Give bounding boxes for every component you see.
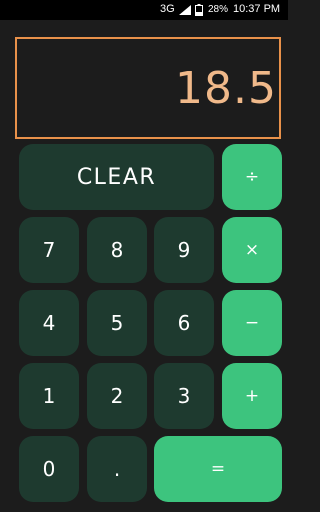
status-bar: 3G 28% 10:37 PM: [0, 0, 288, 20]
digit-5-button[interactable]: 5: [87, 290, 147, 356]
result-display: 18.5: [15, 37, 281, 139]
digit-2-button[interactable]: 2: [87, 363, 147, 429]
network-type: 3G: [160, 3, 175, 15]
digit-6-button[interactable]: 6: [154, 290, 214, 356]
signal-icon: [179, 5, 191, 15]
digit-9-button[interactable]: 9: [154, 217, 214, 283]
display-value: 18.5: [175, 63, 277, 114]
digit-3-button[interactable]: 3: [154, 363, 214, 429]
decimal-point-button[interactable]: .: [87, 436, 147, 502]
clock: 10:37 PM: [233, 3, 281, 15]
digit-4-button[interactable]: 4: [19, 290, 79, 356]
minus-button[interactable]: −: [222, 290, 282, 356]
equals-button[interactable]: =: [154, 436, 282, 502]
battery-icon: [195, 4, 203, 16]
digit-7-button[interactable]: 7: [19, 217, 79, 283]
battery-percent: 28%: [208, 4, 229, 15]
digit-8-button[interactable]: 8: [87, 217, 147, 283]
digit-1-button[interactable]: 1: [19, 363, 79, 429]
digit-0-button[interactable]: 0: [19, 436, 79, 502]
divide-button[interactable]: ÷: [222, 144, 282, 210]
clear-button[interactable]: CLEAR: [19, 144, 214, 210]
multiply-button[interactable]: ×: [222, 217, 282, 283]
plus-button[interactable]: +: [222, 363, 282, 429]
